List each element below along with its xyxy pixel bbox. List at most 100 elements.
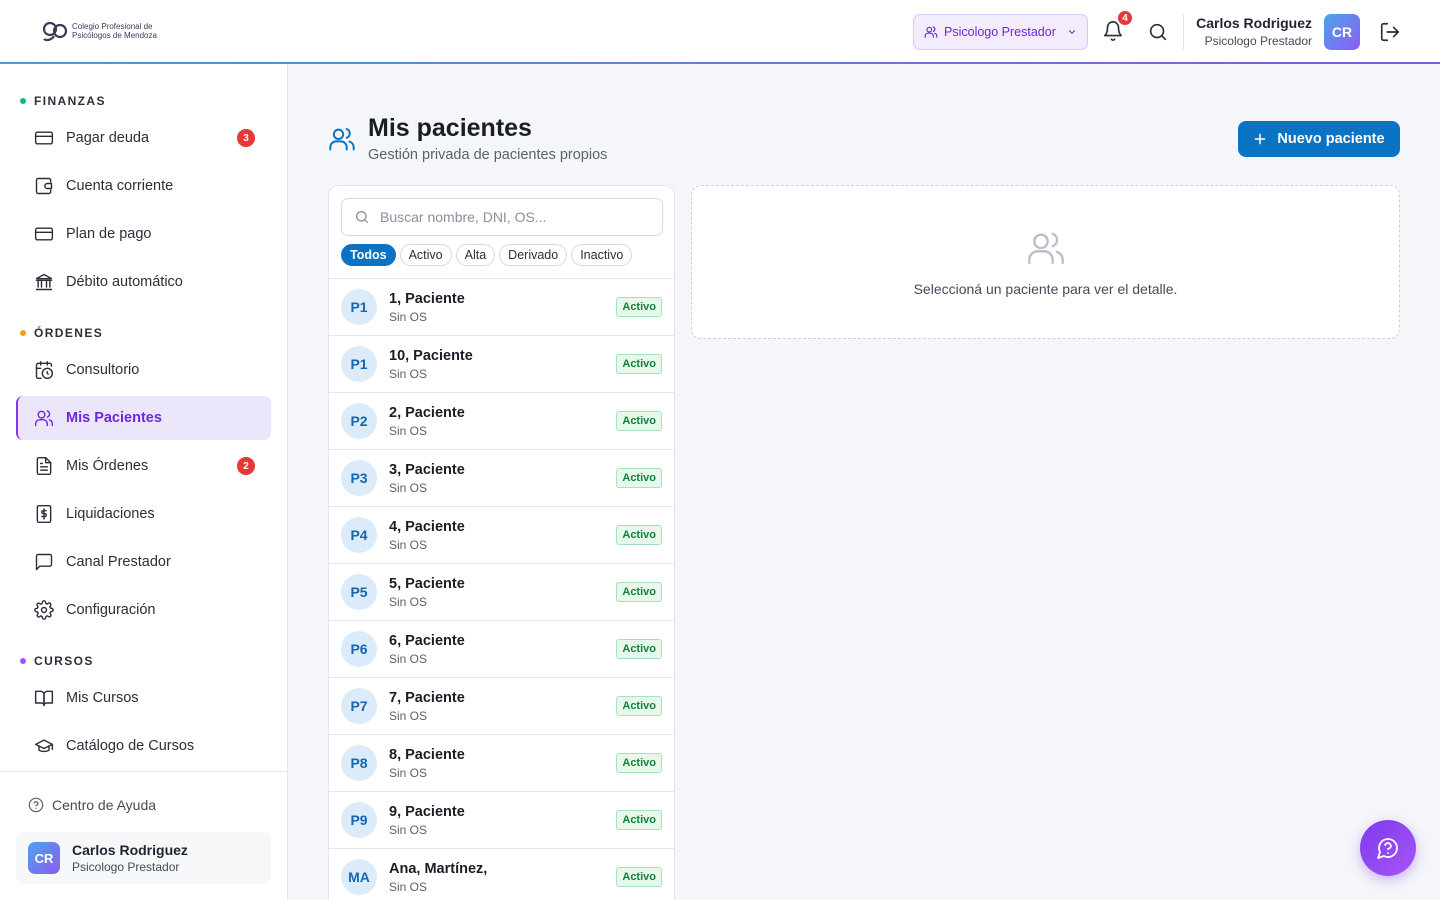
filter-activo[interactable]: Activo: [399, 244, 452, 266]
logout-icon: [1380, 22, 1400, 42]
section-title: CURSOS: [34, 654, 94, 668]
patient-name: 10, Paciente: [389, 348, 473, 364]
section-ordenes: ÓRDENES: [20, 326, 103, 340]
patient-avatar: P1: [341, 289, 377, 325]
patient-os: Sin OS: [389, 595, 428, 609]
patient-os: Sin OS: [389, 880, 428, 894]
top-bar: Colegio Profesional de Psicólogos de Men…: [0, 0, 1440, 64]
wallet-icon: [35, 177, 53, 195]
sidebar-item-catalogo-cursos[interactable]: Catálogo de Cursos: [16, 724, 271, 768]
gear-icon: [34, 600, 54, 620]
sidebar-item-label: Catálogo de Cursos: [66, 738, 195, 754]
orders-count-badge: 2: [237, 457, 255, 475]
list-item[interactable]: P5 5, Paciente Sin OS Activo: [329, 564, 674, 621]
status-badge: Activo: [616, 297, 662, 317]
logo[interactable]: Colegio Profesional de Psicólogos de Men…: [42, 20, 157, 42]
filter-inactivo[interactable]: Inactivo: [571, 244, 633, 266]
sidebar-item-consultorio[interactable]: Consultorio: [16, 348, 271, 392]
user-name: Carlos Rodriguez: [1196, 15, 1312, 31]
sidebar-divider: [0, 771, 287, 772]
list-item[interactable]: P8 8, Paciente Sin OS Activo: [329, 735, 674, 792]
status-badge: Activo: [616, 582, 662, 602]
sidebar-item-debito-automatico[interactable]: Débito automático: [16, 260, 271, 304]
sidebar-item-label: Canal Prestador: [66, 554, 171, 570]
patient-name: 8, Paciente: [389, 747, 465, 763]
patient-avatar: P7: [341, 688, 377, 724]
status-badge: Activo: [616, 468, 662, 488]
list-item[interactable]: P2 2, Paciente Sin OS Activo: [329, 393, 674, 450]
new-patient-button[interactable]: Nuevo paciente: [1238, 121, 1400, 157]
status-filters: Todos Activo Alta Derivado Inactivo: [341, 244, 633, 266]
search-input[interactable]: [380, 209, 650, 225]
header-divider: [1183, 14, 1184, 50]
receipt-dollar-icon: [36, 504, 52, 524]
chat-help-icon: [1377, 838, 1398, 859]
role-select[interactable]: Psicologo Prestador: [913, 14, 1088, 50]
list-item[interactable]: P1 1, Paciente Sin OS Activo: [329, 279, 674, 336]
file-text-icon: [36, 456, 52, 476]
patient-list: P1 1, Paciente Sin OS Activo P1 10, Paci…: [329, 278, 674, 900]
section-cursos: CURSOS: [20, 654, 94, 668]
sidebar-user-name: Carlos Rodriguez: [72, 842, 188, 858]
sidebar-item-mis-pacientes[interactable]: Mis Pacientes: [16, 396, 271, 440]
sidebar-item-liquidaciones[interactable]: Liquidaciones: [16, 492, 271, 536]
patient-name: 3, Paciente: [389, 462, 465, 478]
patient-name: 2, Paciente: [389, 405, 465, 421]
list-item[interactable]: P4 4, Paciente Sin OS Activo: [329, 507, 674, 564]
list-item[interactable]: P3 3, Paciente Sin OS Activo: [329, 450, 674, 507]
message-square-icon: [35, 553, 53, 571]
list-item[interactable]: P1 10, Paciente Sin OS Activo: [329, 336, 674, 393]
page-title: Mis pacientes: [368, 114, 532, 142]
filter-todos[interactable]: Todos: [341, 244, 396, 266]
sidebar-user-card[interactable]: CR Carlos Rodriguez Psicologo Prestador: [16, 832, 271, 884]
patient-avatar: P6: [341, 631, 377, 667]
sidebar-item-cuenta-corriente[interactable]: Cuenta corriente: [16, 164, 271, 208]
sidebar-item-pagar-deuda[interactable]: Pagar deuda 3: [16, 116, 271, 160]
filter-alta[interactable]: Alta: [455, 244, 496, 266]
help-chat-button[interactable]: [1360, 820, 1416, 876]
patient-os: Sin OS: [389, 823, 428, 837]
sidebar-item-configuracion[interactable]: Configuración: [16, 588, 271, 632]
role-select-value: Psicologo Prestador: [944, 25, 1056, 39]
sidebar-item-label: Cuenta corriente: [66, 178, 174, 194]
section-dot: [20, 330, 26, 336]
patient-avatar: P2: [341, 403, 377, 439]
empty-state-text: Seleccioná un paciente para ver el detal…: [913, 281, 1178, 297]
graduation-cap-icon: [34, 739, 54, 753]
patient-avatar: P4: [341, 517, 377, 553]
help-center-link[interactable]: Centro de Ayuda: [28, 797, 156, 813]
list-item[interactable]: P9 9, Paciente Sin OS Activo: [329, 792, 674, 849]
chevron-down-icon: [1068, 30, 1076, 34]
patient-name: 9, Paciente: [389, 804, 465, 820]
avatar[interactable]: CR: [1324, 14, 1360, 50]
search-field[interactable]: [341, 198, 663, 236]
status-badge: Activo: [616, 354, 662, 374]
sidebar-item-mis-cursos[interactable]: Mis Cursos: [16, 676, 271, 720]
sidebar-item-plan-de-pago[interactable]: Plan de pago: [16, 212, 271, 256]
sidebar-item-label: Débito automático: [66, 274, 183, 290]
section-title: ÓRDENES: [34, 326, 104, 340]
logout-button[interactable]: [1379, 21, 1401, 43]
empty-state-icon-wrap: [1026, 228, 1066, 268]
patient-os: Sin OS: [389, 766, 428, 780]
list-item[interactable]: MA Ana, Martínez, Sin OS Activo: [329, 849, 674, 900]
users-icon: [924, 26, 938, 38]
list-item[interactable]: P6 6, Paciente Sin OS Activo: [329, 621, 674, 678]
sidebar-item-label: Plan de pago: [66, 226, 152, 242]
patient-name: 6, Paciente: [389, 633, 465, 649]
sidebar-item-mis-ordenes[interactable]: Mis Órdenes 2: [16, 444, 271, 488]
status-badge: Activo: [616, 753, 662, 773]
patient-avatar: P5: [341, 574, 377, 610]
list-item[interactable]: P7 7, Paciente Sin OS Activo: [329, 678, 674, 735]
users-icon: [34, 410, 54, 427]
new-patient-label: Nuevo paciente: [1277, 131, 1385, 147]
sidebar-item-canal-prestador[interactable]: Canal Prestador: [16, 540, 271, 584]
help-circle-icon: [28, 797, 44, 813]
patient-name: 4, Paciente: [389, 519, 465, 535]
sidebar: FINANZAS Pagar deuda 3 Cuenta corriente …: [0, 64, 288, 900]
credit-card-icon: [34, 227, 54, 241]
avatar: CR: [28, 842, 60, 874]
search-button[interactable]: [1147, 21, 1169, 43]
section-title: FINANZAS: [34, 94, 106, 108]
filter-derivado[interactable]: Derivado: [499, 244, 568, 266]
